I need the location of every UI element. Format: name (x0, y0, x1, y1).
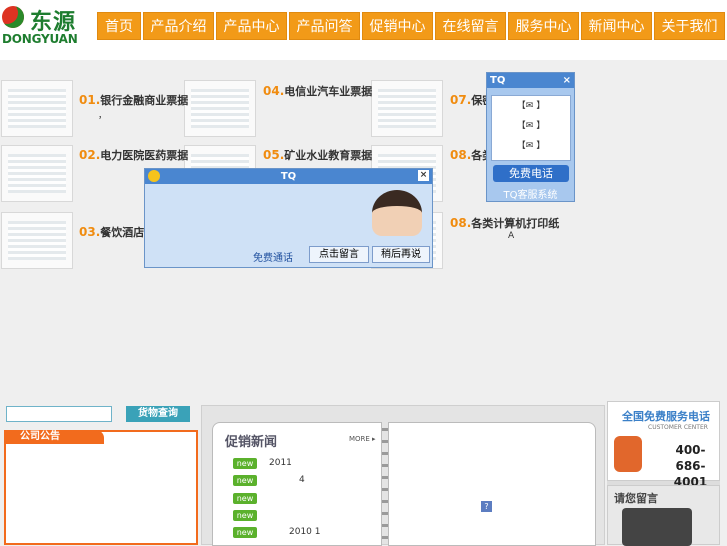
search-button[interactable]: 货物查询 (126, 406, 190, 422)
search-input[interactable] (6, 406, 112, 422)
tq-popup-titlebar: TQ × (145, 169, 432, 184)
product-link[interactable]: 05.矿业水业教育票据 (263, 147, 372, 163)
tq-contact[interactable]: 【✉ 】 (492, 116, 570, 136)
message-box[interactable]: 请您留言 (607, 485, 720, 546)
hotline-box[interactable]: 全国免费服务电话 CUSTOMER CENTER 400- 686-4001 (607, 401, 720, 489)
tq-logo-icon (148, 170, 160, 182)
logo[interactable]: 东源 DONGYUAN (2, 4, 92, 48)
product-num: 05. (263, 148, 285, 162)
service-column: 全国免费服务电话 CUSTOMER CENTER 400- 686-4001 请您… (607, 401, 720, 546)
product-num: 08. (450, 148, 472, 162)
broken-image-icon: ? (481, 501, 492, 512)
product-num: 08. (450, 216, 472, 230)
nav-about[interactable]: 关于我们 (654, 12, 725, 40)
new-badge: new (233, 527, 257, 538)
nav-center[interactable]: 产品中心 (216, 12, 287, 40)
product-thumb[interactable] (371, 80, 443, 137)
product-label: 各类计算机打印纸 (471, 217, 560, 230)
product-label: 银行金融商业票据 (100, 94, 189, 107)
notice-panel: 公司公告 (4, 430, 198, 545)
hotline-number: 400- 686-4001 (662, 442, 719, 490)
later-button[interactable]: 稍后再说 (372, 246, 430, 263)
promo-notebook: 促销新闻 MORE ▸ new 2011 new 4 new new new 2… (201, 405, 605, 546)
nav-promo[interactable]: 促销中心 (362, 12, 433, 40)
tq-side-list: 【✉ 】 【✉ 】 【✉ 】 (491, 95, 571, 161)
product-label: 电力医院医药票据 (100, 149, 189, 162)
product-label: 电信业汽车业票据 (284, 85, 373, 98)
news-item[interactable]: 2011 (269, 458, 292, 468)
new-badge: new (233, 458, 257, 469)
product-thumb[interactable] (1, 212, 73, 269)
product-num: 04. (263, 84, 285, 98)
leave-message-button[interactable]: 点击留言 (309, 246, 369, 263)
tq-free-call-link[interactable]: 免费通话 (253, 249, 293, 264)
nav-service[interactable]: 服务中心 (508, 12, 579, 40)
product-link[interactable]: 08.各类计算机打印纸 (450, 215, 559, 231)
message-title: 请您留言 (614, 492, 658, 505)
stray-letter: A (508, 231, 515, 241)
tq-contact[interactable]: 【✉ 】 (492, 136, 570, 156)
notice-title: 公司公告 (6, 430, 104, 444)
tq-system-label: TQ客服系统 (503, 190, 558, 201)
product-thumb[interactable] (1, 145, 73, 202)
nav-home[interactable]: 首页 (97, 12, 141, 40)
telephone-icon (614, 436, 642, 472)
agent-avatar (372, 190, 422, 236)
tq-popup-close-icon[interactable]: × (418, 170, 429, 181)
header-strip (0, 52, 727, 60)
tq-popup-title: TQ (280, 171, 297, 182)
product-num: 03. (79, 225, 101, 239)
hotline-subtitle: CUSTOMER CENTER (648, 424, 708, 431)
news-item[interactable]: 4 (299, 475, 305, 485)
product-link[interactable]: 02.电力医院医药票据 (79, 147, 188, 163)
tq-side-widget: TQ × 【✉ 】 【✉ 】 【✉ 】 免费电话 TQ客服系统 (486, 72, 575, 202)
nav-news[interactable]: 新闻中心 (581, 12, 652, 40)
new-badge: new (233, 475, 257, 486)
logo-mark-icon (2, 6, 24, 28)
more-link[interactable]: MORE ▸ (349, 435, 376, 443)
product-thumb[interactable] (184, 80, 256, 137)
tq-free-call-button[interactable]: 免费电话 (493, 165, 569, 182)
promo-title: 促销新闻 (225, 435, 278, 450)
stray-comma: ， (98, 111, 108, 121)
product-thumb[interactable] (1, 80, 73, 137)
product-link[interactable]: 01.银行金融商业票据 (79, 92, 188, 108)
product-num: 07. (450, 93, 472, 107)
nav-message[interactable]: 在线留言 (435, 12, 506, 40)
new-badge: new (233, 493, 257, 504)
hotline-number-1: 400- (675, 443, 706, 457)
hotline-title: 全国免费服务电话 (622, 410, 710, 423)
logo-text-en: DONGYUAN (2, 32, 78, 46)
nav-intro[interactable]: 产品介绍 (143, 12, 214, 40)
tq-side-title: TQ (490, 75, 506, 86)
news-item[interactable]: 2010 1 (289, 527, 321, 537)
product-num: 02. (79, 148, 101, 162)
new-badge: new (233, 510, 257, 521)
product-link[interactable]: 04.电信业汽车业票据 (263, 83, 372, 99)
promo-news-page: 促销新闻 MORE ▸ new 2011 new 4 new new new 2… (212, 422, 382, 546)
product-label: 矿业水业教育票据 (284, 149, 373, 162)
tq-popup: TQ × 免费通话 点击留言 稍后再说 (144, 168, 433, 268)
promo-image-page: ? (388, 422, 596, 546)
tq-contact[interactable]: 【✉ 】 (492, 96, 570, 116)
nav-faq[interactable]: 产品问答 (289, 12, 360, 40)
header: 东源 DONGYUAN 首页 产品介绍 产品中心 产品问答 促销中心 在线留言 … (0, 0, 727, 52)
tq-side-close-icon[interactable]: × (563, 73, 571, 88)
tq-side-titlebar: TQ × (487, 73, 574, 88)
device-icon (622, 508, 692, 546)
product-num: 01. (79, 93, 101, 107)
